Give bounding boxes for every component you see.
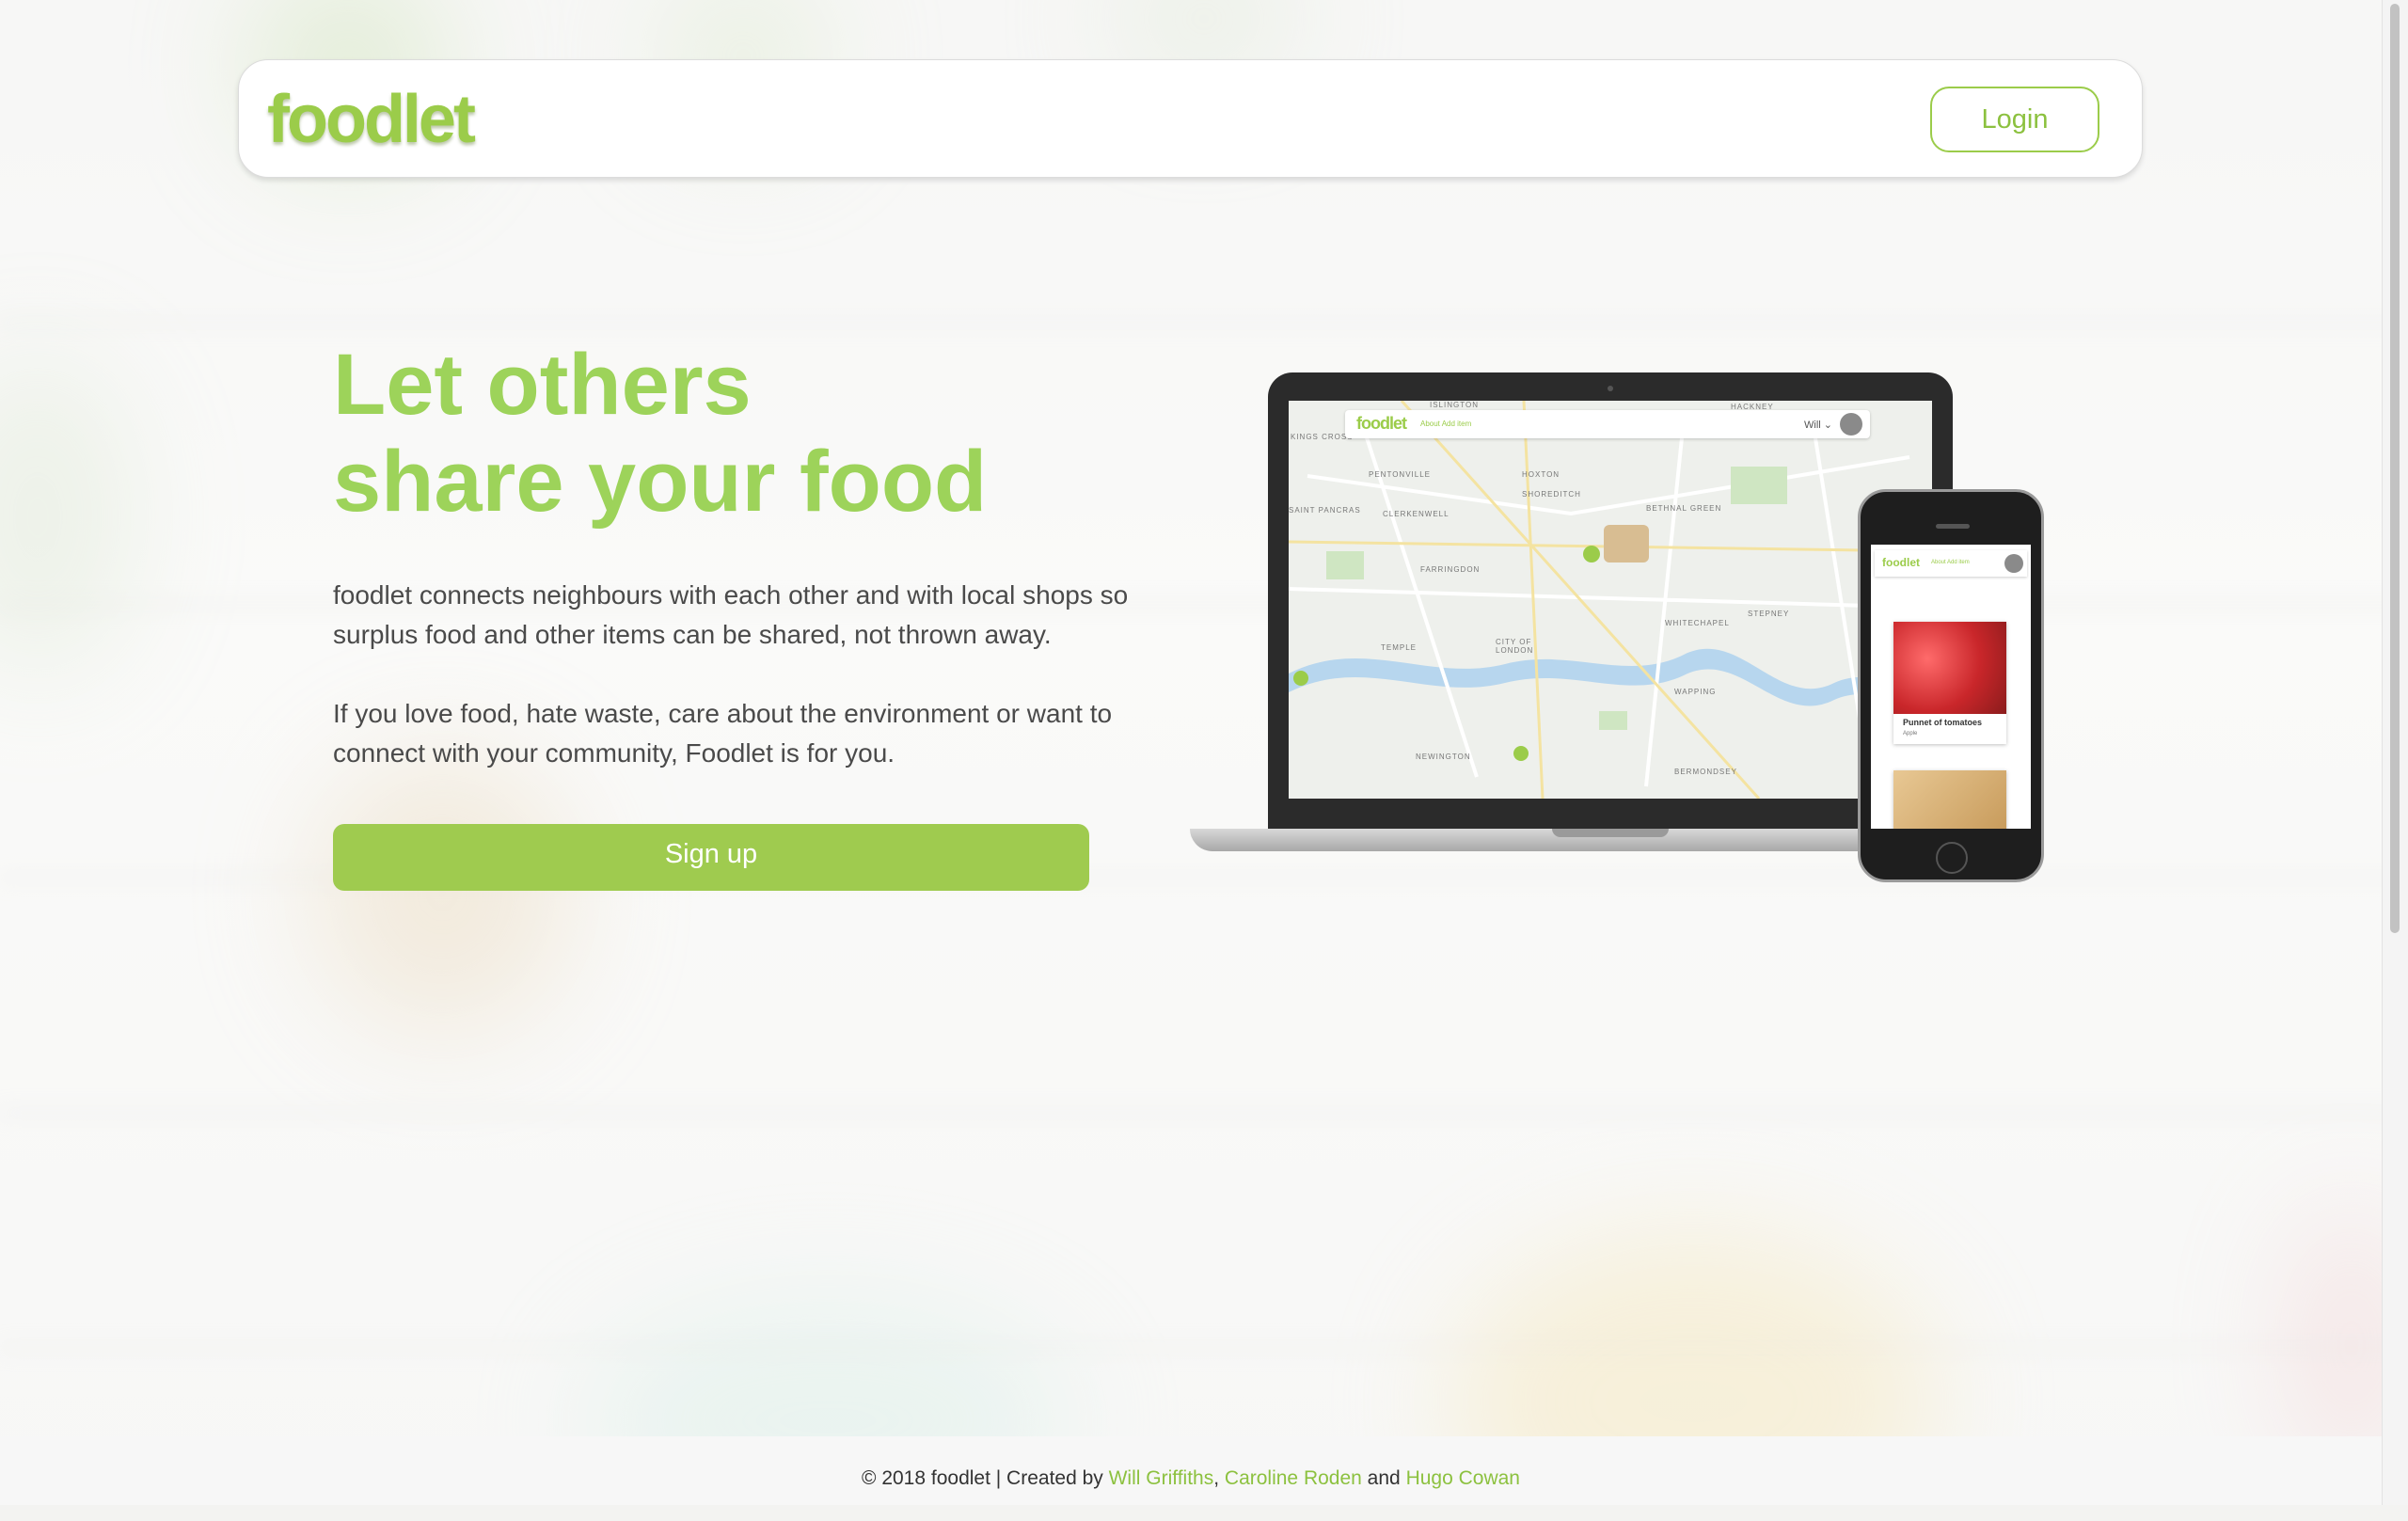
mockup-nav-links: About Add item <box>1420 420 1472 428</box>
phone-item-card: Punnet of tomatoes Apple <box>1893 622 2006 744</box>
phone-logo: foodlet <box>1882 556 1920 569</box>
map-label: BERMONDSEY <box>1674 768 1737 776</box>
hero-description: If you love food, hate waste, care about… <box>333 699 1113 768</box>
phone-item-card <box>1893 770 2006 829</box>
footer-copyright: © 2018 foodlet | Created by <box>862 1467 1109 1489</box>
footer-separator: , <box>1213 1467 1225 1489</box>
navbar: foodlet Login <box>238 59 2143 178</box>
map-label: PENTONVILLE <box>1369 470 1431 479</box>
mockup-user-name: Will ⌄ <box>1804 420 1832 431</box>
mockup-logo: foodlet <box>1356 414 1407 433</box>
map-label: ISLINGTON <box>1430 401 1479 409</box>
phone-avatar <box>2004 554 2023 573</box>
signup-button[interactable]: Sign up <box>333 824 1089 891</box>
map-label: WHITECHAPEL <box>1665 619 1730 627</box>
map-label: TEMPLE <box>1381 643 1418 652</box>
laptop-camera <box>1608 386 1613 391</box>
phone-home-button <box>1936 842 1968 874</box>
scrollbar-thumb[interactable] <box>2390 4 2400 933</box>
map-label: WAPPING <box>1674 688 1717 696</box>
foodlet-logo[interactable]: foodlet <box>267 77 476 162</box>
map-label: SHOREDITCH <box>1522 490 1581 499</box>
phone-app-navbar: foodlet About Add item <box>1875 550 2027 577</box>
phone-card-title: Punnet of tomatoes <box>1903 718 1983 727</box>
login-button[interactable]: Login <box>1930 87 2099 152</box>
hero-description: foodlet connects neighbours with each ot… <box>333 580 1129 649</box>
map-label: BETHNAL GREEN <box>1646 504 1722 513</box>
sandwich-image <box>1893 770 2006 829</box>
laptop-mockup: ISLINGTON HACKNEY KINGS CROSS PENTONVILL… <box>1268 372 1953 829</box>
laptop-notch <box>1552 829 1669 837</box>
author-link-caroline-roden[interactable]: Caroline Roden <box>1225 1467 1362 1489</box>
phone-speaker <box>1936 524 1970 529</box>
hero-title: Let others share your food <box>333 337 987 531</box>
mockup-avatar <box>1840 413 1862 436</box>
hero-title-line: Let others <box>333 337 752 433</box>
footer: © 2018 foodlet | Created by Will Griffit… <box>0 1436 2382 1505</box>
map-label: KINGS CROSS <box>1291 433 1354 441</box>
map-graphic <box>1289 401 1932 799</box>
author-link-will-griffiths[interactable]: Will Griffiths <box>1109 1467 1214 1489</box>
phone-screen: foodlet About Add item Punnet of tomatoe… <box>1871 545 2031 829</box>
map-label: CITY OF LONDON <box>1496 638 1534 655</box>
footer-separator: and <box>1361 1467 1406 1489</box>
tomatoes-image <box>1893 622 2006 714</box>
map-label: SAINT PANCRAS <box>1289 506 1361 515</box>
hero-title-line: share your food <box>333 434 988 530</box>
author-link-hugo-cowan[interactable]: Hugo Cowan <box>1406 1467 1520 1489</box>
map-label: STEPNEY <box>1748 610 1790 618</box>
phone-nav-links: About Add item <box>1931 560 1970 565</box>
map-label: FARRINGDON <box>1420 565 1481 574</box>
mockup-app-navbar: foodlet About Add item Will ⌄ <box>1345 410 1870 438</box>
phone-card-subtitle: Apple <box>1903 731 1918 737</box>
laptop-screen-map: ISLINGTON HACKNEY KINGS CROSS PENTONVILL… <box>1289 401 1932 799</box>
phone-mockup: foodlet About Add item Punnet of tomatoe… <box>1858 489 2044 882</box>
map-label: HOXTON <box>1522 470 1560 479</box>
map-label: NEWINGTON <box>1416 753 1471 761</box>
map-label: CLERKENWELL <box>1383 510 1450 518</box>
